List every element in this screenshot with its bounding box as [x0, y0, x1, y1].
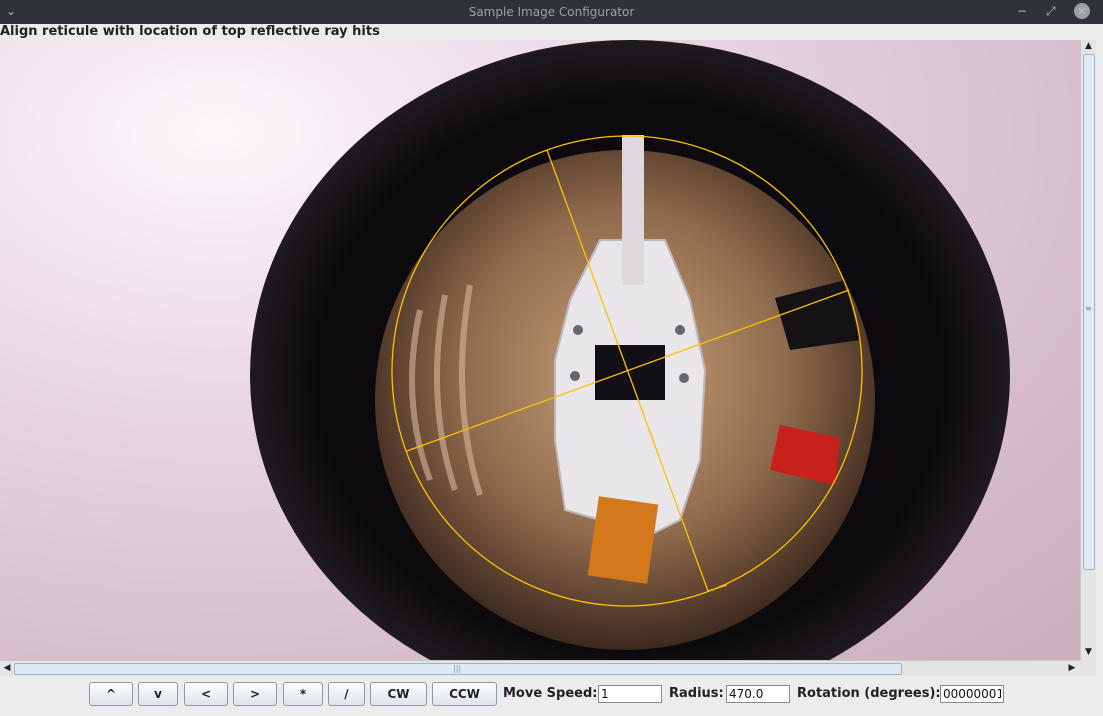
rotation-input[interactable]	[940, 685, 1004, 703]
star-button[interactable]: *	[283, 682, 323, 706]
move-speed-label: Move Speed:	[503, 686, 598, 701]
scroll-corner	[1080, 660, 1096, 676]
control-panel: ^ v < > * / CW CCW Move Speed: Radius: R…	[0, 676, 1103, 716]
move-up-button[interactable]: ^	[89, 682, 133, 706]
move-left-button[interactable]: <	[184, 682, 228, 706]
radius-input[interactable]	[726, 685, 790, 703]
holder-stem	[622, 135, 644, 285]
scroll-left-icon[interactable]: ◀	[1, 662, 13, 675]
maximize-icon[interactable]: ⤢	[1046, 3, 1056, 19]
window-title: Sample Image Configurator	[468, 5, 635, 19]
horizontal-grip-icon: |||	[453, 664, 462, 673]
vertical-scrollbar[interactable]: ▲ ≡ ▼	[1080, 40, 1096, 660]
vertical-scroll-thumb[interactable]: ≡	[1083, 54, 1095, 570]
instruction-label: Align reticule with location of top refl…	[0, 24, 380, 39]
move-speed-input[interactable]	[598, 685, 662, 703]
rotation-label: Rotation (degrees):	[797, 686, 941, 701]
slash-button[interactable]: /	[328, 682, 365, 706]
ribbon-cable	[587, 496, 659, 584]
window-titlebar: ⌄ Sample Image Configurator − ⤢ ×	[0, 0, 1103, 24]
move-right-button[interactable]: >	[233, 682, 277, 706]
scroll-down-icon[interactable]: ▼	[1081, 646, 1096, 658]
minimize-icon[interactable]: −	[1017, 3, 1027, 19]
vertical-grip-icon: ≡	[1085, 304, 1092, 313]
image-viewport[interactable]	[0, 40, 1080, 660]
sample-chip	[595, 345, 665, 400]
move-down-button[interactable]: v	[138, 682, 178, 706]
horizontal-scrollbar[interactable]: ◀ ||| ▶	[0, 660, 1080, 676]
camera-image	[250, 40, 1010, 660]
scroll-up-icon[interactable]: ▲	[1081, 40, 1096, 52]
rotate-cw-button[interactable]: CW	[370, 682, 427, 706]
close-icon[interactable]: ×	[1074, 3, 1090, 19]
horizontal-scroll-thumb[interactable]: |||	[14, 663, 902, 675]
scroll-right-icon[interactable]: ▶	[1066, 662, 1078, 675]
rotate-ccw-button[interactable]: CCW	[432, 682, 497, 706]
radius-label: Radius:	[669, 686, 724, 701]
